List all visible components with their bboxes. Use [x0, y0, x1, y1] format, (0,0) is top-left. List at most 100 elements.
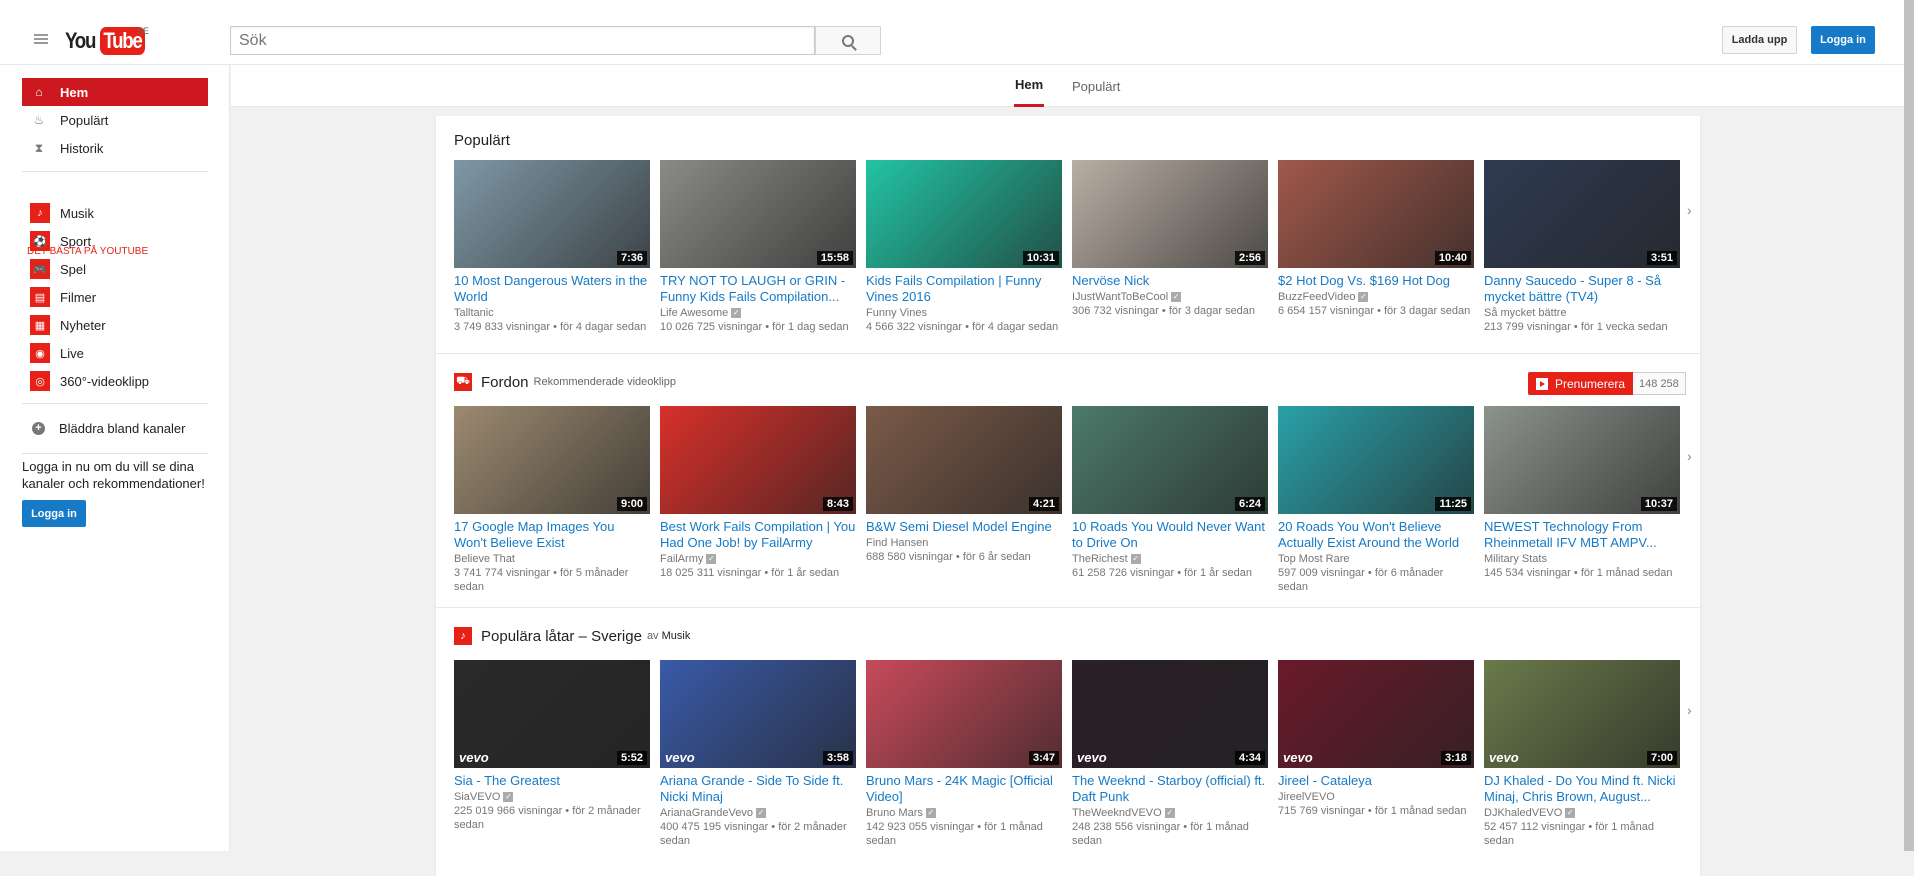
channel-name[interactable]: Life Awesome [660, 307, 728, 319]
channel-name[interactable]: BuzzFeedVideo [1278, 291, 1355, 303]
video-title[interactable]: 10 Roads You Would Never Want to Drive O… [1072, 519, 1268, 551]
video-title[interactable]: DJ Khaled - Do You Mind ft. Nicki Minaj,… [1484, 773, 1680, 805]
channel-name[interactable]: Top Most Rare [1278, 553, 1350, 565]
video-duration: 9:00 [616, 497, 647, 511]
channel-name[interactable]: JireelVEVO [1278, 791, 1335, 803]
sidebar-item-1[interactable]: ⚽ Sport [22, 227, 208, 255]
sidebar-item-0[interactable]: ♪ Musik [22, 199, 208, 227]
view-count: 4 566 322 visningar [866, 321, 963, 333]
video-thumbnail[interactable]: 10:37 [1484, 406, 1680, 514]
video-title[interactable]: Best Work Fails Compilation | You Had On… [660, 519, 856, 551]
video-title[interactable]: Danny Saucedo - Super 8 - Så mycket bätt… [1484, 273, 1680, 305]
verified-icon: ✓ [731, 308, 742, 319]
channel-name[interactable]: TheWeekndVEVO [1072, 807, 1162, 819]
menu-icon[interactable] [34, 34, 48, 44]
next-arrow-icon[interactable]: › [1687, 448, 1692, 464]
scrollbar[interactable] [1904, 0, 1914, 851]
video-title[interactable]: Jireel - Cataleya [1278, 773, 1474, 789]
video-title[interactable]: The Weeknd - Starboy (official) ft. Daft… [1072, 773, 1268, 805]
video-title[interactable]: NEWEST Technology From Rheinmetall IFV M… [1484, 519, 1680, 551]
video-title[interactable]: $2 Hot Dog Vs. $169 Hot Dog [1278, 273, 1474, 289]
video-thumbnail[interactable]: 3:51 [1484, 160, 1680, 268]
video-thumbnail[interactable]: 10:40 [1278, 160, 1474, 268]
video-thumbnail[interactable]: vevo 3:58 [660, 660, 856, 768]
channel-name[interactable]: ArianaGrandeVevo [660, 807, 753, 819]
by-channel-link[interactable]: Musik [662, 630, 691, 642]
sidebar-signin-button[interactable]: Logga in [22, 500, 86, 527]
video-thumbnail[interactable]: 7:36 [454, 160, 650, 268]
view-count: 142 923 055 visningar [866, 821, 975, 833]
search-button[interactable] [815, 26, 881, 55]
channel-name[interactable]: Believe That [454, 553, 515, 565]
signin-button[interactable]: Logga in [1811, 26, 1875, 54]
view-count: 61 258 726 visningar [1072, 567, 1175, 579]
video-thumbnail[interactable]: vevo 3:18 [1278, 660, 1474, 768]
video-title[interactable]: Nervöse Nick [1072, 273, 1268, 289]
sidebar-item-6[interactable]: ◎ 360°-videoklipp [22, 367, 208, 395]
channel-name[interactable]: Find Hansen [866, 537, 928, 549]
video-meta: 400 475 195 visningar • för 2 månader se… [660, 821, 847, 847]
video-thumbnail[interactable]: 11:25 [1278, 406, 1474, 514]
video-thumbnail[interactable]: 8:43 [660, 406, 856, 514]
video-thumbnail[interactable]: 15:58 [660, 160, 856, 268]
upload-age: för 1 år sedan [1184, 567, 1252, 579]
subscribe-button[interactable]: Prenumerera [1528, 372, 1634, 395]
channel-name[interactable]: FailArmy [660, 553, 703, 565]
channel-line: Bruno Mars ✓ [866, 806, 1062, 820]
sidebar-item-4[interactable]: ▦ Nyheter [22, 311, 208, 339]
video-thumbnail[interactable]: 4:21 [866, 406, 1062, 514]
channel-name[interactable]: TheRichest [1072, 553, 1128, 565]
tab-hem[interactable]: Hem [1014, 65, 1045, 107]
video-title[interactable]: TRY NOT TO LAUGH or GRIN - Funny Kids Fa… [660, 273, 856, 305]
video-title[interactable]: 10 Most Dangerous Waters in the World [454, 273, 650, 305]
video-thumbnail[interactable]: 6:24 [1072, 406, 1268, 514]
video-title[interactable]: 17 Google Map Images You Won't Believe E… [454, 519, 650, 551]
sidebar-item-historik[interactable]: ⧗ Historik [22, 134, 208, 162]
view-count: 3 749 833 visningar [454, 321, 551, 333]
video-thumbnail[interactable]: vevo 7:00 [1484, 660, 1680, 768]
sidebar-item-5[interactable]: ◉ Live [22, 339, 208, 367]
vevo-logo: vevo [1489, 750, 1519, 765]
sidebar-item-3[interactable]: ▤ Filmer [22, 283, 208, 311]
channel-name[interactable]: Talltanic [454, 307, 494, 319]
video-thumbnail[interactable]: 9:00 [454, 406, 650, 514]
shelf-title-text[interactable]: Populärt [454, 132, 510, 149]
video-title[interactable]: Sia - The Greatest [454, 773, 650, 789]
channel-name[interactable]: SiaVEVO [454, 791, 500, 803]
signin-prompt: Logga in nu om du vill se dina kanaler o… [22, 459, 205, 491]
upload-button[interactable]: Ladda upp [1722, 26, 1797, 54]
video-title[interactable]: 20 Roads You Won't Believe Actually Exis… [1278, 519, 1474, 551]
video-card: vevo 4:34 The Weeknd - Starboy (official) … [1072, 660, 1268, 848]
divider [436, 353, 1700, 354]
video-thumbnail[interactable]: 2:56 [1072, 160, 1268, 268]
next-arrow-icon[interactable]: › [1687, 202, 1692, 218]
tab-popular[interactable]: Populärt [1072, 65, 1120, 107]
channel-name[interactable]: Bruno Mars [866, 807, 923, 819]
browse-channels-link[interactable]: + Bläddra bland kanaler [22, 414, 208, 442]
sidebar-item-populärt[interactable]: ♨ Populärt [22, 106, 208, 134]
shelf-title-text[interactable]: Populära låtar – Sverige [481, 628, 642, 645]
youtube-logo[interactable]: You Tube SE [65, 26, 149, 56]
video-thumbnail[interactable]: vevo 4:34 [1072, 660, 1268, 768]
video-thumbnail[interactable]: 10:31 [866, 160, 1062, 268]
channel-name[interactable]: Funny Vines [866, 307, 927, 319]
search-input[interactable] [230, 26, 815, 55]
channel-name[interactable]: Så mycket bättre [1484, 307, 1567, 319]
sidebar: ⌂ Hem ♨ Populärt ⧗ Historik DET BÄSTA PÅ YOUT… [0, 65, 230, 851]
sidebar-item-2[interactable]: 🎮 Spel [22, 255, 208, 283]
channel-name[interactable]: Military Stats [1484, 553, 1547, 565]
shelf-title-text[interactable]: Fordon [481, 374, 529, 391]
video-duration: 3:47 [1028, 751, 1059, 765]
video-thumbnail[interactable]: vevo 5:52 [454, 660, 650, 768]
next-arrow-icon[interactable]: › [1687, 702, 1692, 718]
video-title[interactable]: Bruno Mars - 24K Magic [Official Video] [866, 773, 1062, 805]
video-title[interactable]: Ariana Grande - Side To Side ft. Nicki M… [660, 773, 856, 805]
video-title[interactable]: B&W Semi Diesel Model Engine [866, 519, 1062, 535]
view-count: 10 026 725 visningar [660, 321, 763, 333]
channel-name[interactable]: IJustWantToBeCool [1072, 291, 1168, 303]
video-title[interactable]: Kids Fails Compilation | Funny Vines 201… [866, 273, 1062, 305]
video-meta: 3 741 774 visningar • för 5 månader seda… [454, 567, 629, 593]
channel-name[interactable]: DJKhaledVEVO [1484, 807, 1562, 819]
sidebar-item-hem[interactable]: ⌂ Hem [22, 78, 208, 106]
video-thumbnail[interactable]: 3:47 [866, 660, 1062, 768]
